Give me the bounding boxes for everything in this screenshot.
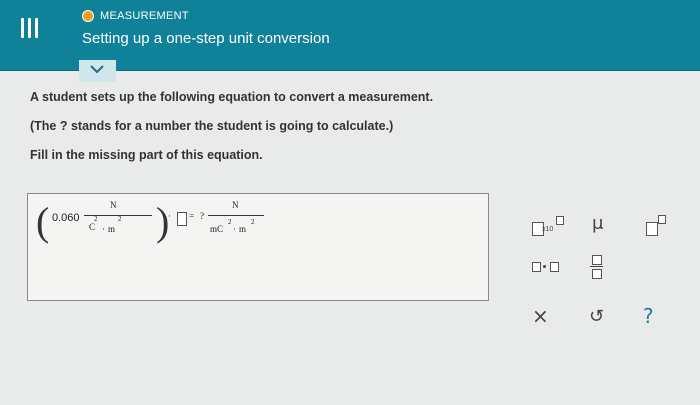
equation: ( 0.060 N 2 C · 2 m ) · = ? N 2 mC · 2 m — [36, 200, 476, 250]
rhs-fraction-bar — [208, 215, 264, 216]
left-box-icon — [532, 262, 541, 272]
clear-button[interactable]: × — [532, 304, 549, 328]
answer-box[interactable]: ( 0.060 N 2 C · 2 m ) · = ? N 2 mC · 2 m — [27, 193, 489, 301]
missing-part-input[interactable] — [177, 212, 187, 226]
left-paren: ( — [36, 199, 50, 244]
coefficient: 0.060 — [52, 212, 80, 224]
superscript-button[interactable] — [644, 214, 670, 236]
help-button[interactable]: ? — [643, 304, 654, 328]
right-paren: ) — [156, 199, 170, 244]
rhs-exp-c: 2 — [228, 218, 232, 226]
chevron-down-icon — [90, 65, 104, 74]
topic-label: MEASUREMENT — [100, 10, 189, 22]
problem-line-2: (The ? stands for a number the student i… — [30, 119, 394, 133]
lhs-numerator: N — [110, 200, 117, 210]
multiply-dot-button[interactable] — [530, 260, 562, 274]
sci-label: x10 — [542, 226, 554, 233]
middle-dot: · — [168, 211, 171, 221]
denominator-box-icon — [592, 269, 602, 279]
lhs-denom-c: C — [89, 222, 96, 232]
rhs-denom-dot: · — [233, 224, 236, 234]
page-title: Setting up a one-step unit conversion — [82, 30, 330, 47]
rhs-denom-mc: mC — [210, 224, 224, 234]
numerator-box-icon — [592, 255, 602, 265]
lhs-denom-m: m — [108, 224, 116, 234]
fraction-bar-icon — [590, 266, 603, 267]
fraction-button[interactable] — [590, 254, 604, 280]
base-box-icon — [646, 222, 658, 236]
undo-button[interactable]: ↺ — [589, 306, 604, 327]
lhs-exp-m: 2 — [118, 215, 122, 223]
problem-line-1: A student sets up the following equation… — [30, 90, 434, 104]
dot-icon — [543, 265, 546, 268]
rhs-exp-m: 2 — [251, 218, 255, 226]
exponent-box-icon — [658, 215, 666, 224]
sci-exponent-box-icon — [556, 216, 564, 225]
lhs-denom-dot: · — [102, 224, 105, 234]
topic-row: MEASUREMENT — [82, 10, 189, 22]
unknown-value: ? — [200, 211, 204, 221]
collapse-button[interactable] — [79, 60, 116, 82]
rhs-numerator: N — [232, 200, 239, 210]
equals-sign: = — [189, 211, 195, 221]
scientific-notation-button[interactable]: x10 — [530, 216, 570, 238]
rhs-denom-m: m — [239, 224, 247, 234]
math-palette: x10 μ × ↺ ? — [510, 196, 680, 344]
right-box-icon — [550, 262, 559, 272]
mu-button[interactable]: μ — [592, 213, 603, 234]
problem-line-3: Fill in the missing part of this equatio… — [30, 148, 263, 162]
menu-icon[interactable] — [18, 18, 40, 40]
progress-dot-icon — [82, 10, 94, 22]
